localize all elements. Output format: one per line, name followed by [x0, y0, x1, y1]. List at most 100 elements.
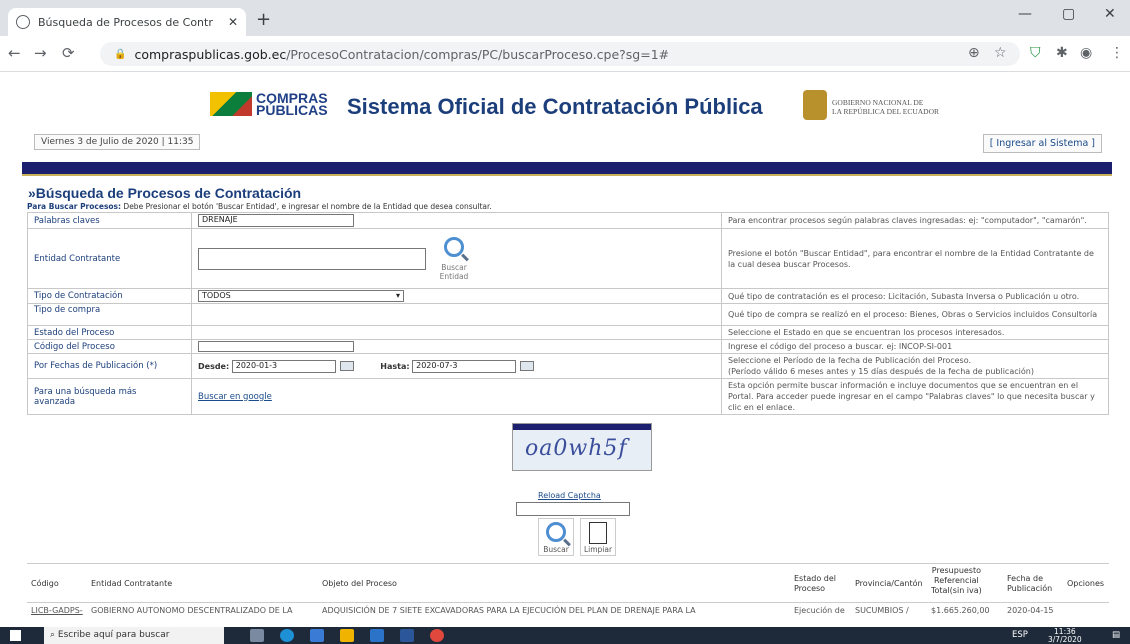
instructions: Para Buscar Procesos: Debe Presionar el … — [27, 202, 492, 211]
col-date: Fecha de Publicación — [1007, 574, 1053, 593]
keywords-label: Palabras claves — [27, 212, 192, 229]
captcha-input[interactable] — [516, 502, 630, 516]
calendar-icon[interactable] — [520, 361, 535, 371]
advanced-row: Para una búsqueda más avanzada Buscar en … — [27, 378, 1109, 415]
page-content: COMPRAS PÚBLICAS Sistema Oficial de Contr… — [22, 72, 1112, 627]
login-link[interactable]: [ Ingresar al Sistema ] — [982, 134, 1102, 153]
search-form: Palabras claves DRENAJE Para encontrar p… — [27, 212, 1109, 415]
compras-publicas-logo: COMPRAS PÚBLICAS — [210, 91, 328, 117]
purchase-help: Qué tipo de compra se realizó en el proc… — [721, 303, 1109, 326]
magnifier-icon — [546, 522, 566, 542]
word-icon[interactable] — [400, 629, 414, 642]
date-from-input[interactable]: 2020-01-3 — [231, 359, 336, 373]
tab-title: Búsqueda de Procesos de Contr — [38, 15, 213, 29]
address-bar: ← → ⟳ 🔒 compraspublicas.gob.ec/ProcesoCo… — [0, 36, 1130, 72]
row-entity: GOBIERNO AUTONOMO DESCENTRALIZADO DE LA — [91, 606, 293, 615]
current-date: Viernes 3 de Julio de 2020 | 11:35 — [34, 134, 201, 150]
header-accent-line — [22, 174, 1112, 176]
code-row: Código del Proceso Ingrese el código del… — [27, 339, 1109, 354]
url-field[interactable]: 🔒 compraspublicas.gob.ec/ProcesoContrata… — [100, 42, 1020, 66]
notifications-icon[interactable]: ▤ — [1112, 630, 1120, 640]
header-divider — [22, 162, 1112, 174]
code-help: Ingrese el código del proceso a buscar. … — [721, 339, 1109, 354]
state-help: Seleccione el Estado en que se encuentra… — [721, 325, 1109, 340]
col-options: Opciones — [1067, 579, 1105, 588]
search-button[interactable]: Buscar — [538, 518, 574, 556]
code-label: Código del Proceso — [27, 339, 192, 354]
reload-icon[interactable]: ⟳ — [62, 44, 75, 62]
row-state: Ejecución de — [794, 606, 845, 615]
keywords-input[interactable]: DRENAJE — [198, 214, 354, 227]
file-explorer-icon[interactable] — [310, 629, 324, 642]
results-header: Código Entidad Contratante Objeto del Pr… — [27, 563, 1109, 603]
profile-icon[interactable]: ◉ — [1080, 45, 1092, 61]
to-label: Hasta: — [380, 361, 410, 371]
chrome-icon[interactable] — [430, 629, 444, 642]
close-tab-icon[interactable]: ✕ — [228, 15, 238, 29]
col-state: Estado del Proceso — [794, 574, 836, 593]
edge-icon[interactable] — [280, 629, 294, 642]
from-label: Desde: — [198, 361, 230, 371]
government-label: GOBIERNO NACIONAL DE LA REPÚBLICA DEL ECU… — [832, 98, 940, 116]
dates-help: Seleccione el Período de la fecha de Pub… — [721, 353, 1109, 379]
process-code-link[interactable]: LICB-GADPS- — [31, 606, 83, 616]
logo-mark — [210, 92, 252, 116]
zoom-icon[interactable]: ⊕ — [968, 45, 980, 61]
col-code: Código — [31, 579, 59, 588]
site-header: COMPRAS PÚBLICAS Sistema Oficial de Contr… — [22, 72, 1112, 162]
date-to-input[interactable]: 2020-07-3 — [412, 359, 517, 373]
browser-tabbar: Búsqueda de Procesos de Contr ✕ + — ▢ ✕ — [0, 0, 1130, 36]
purchase-row: Tipo de compra Qué tipo de compra se rea… — [27, 303, 1109, 326]
col-province: Provincia/Cantón — [855, 579, 923, 588]
table-row: LICB-GADPS- GOBIERNO AUTONOMO DESCENTRAL… — [27, 603, 1109, 627]
calendar-icon[interactable] — [339, 361, 354, 371]
shield-extension-icon[interactable]: ⛉ — [1030, 45, 1041, 61]
type-label: Tipo de Contratación — [27, 288, 192, 304]
google-search-link[interactable]: Buscar en google — [198, 392, 272, 402]
dates-label: Por Fechas de Publicación (*) — [27, 353, 192, 379]
keywords-row: Palabras claves DRENAJE Para encontrar p… — [27, 212, 1109, 229]
taskbar: ⌕ Escribe aquí para buscar ESP 11:36 3/7/… — [0, 627, 1130, 644]
entity-input[interactable] — [198, 247, 426, 270]
entity-row: Entidad Contratante Buscar Entidad Presi… — [27, 228, 1109, 289]
globe-icon — [16, 15, 30, 29]
taskbar-search[interactable]: ⌕ Escribe aquí para buscar — [44, 627, 224, 644]
reload-captcha-link[interactable]: Reload Captcha — [538, 491, 601, 500]
clear-button[interactable]: Limpiar — [580, 518, 616, 556]
minimize-icon[interactable]: — — [1018, 6, 1032, 22]
row-object: ADQUISICIÓN DE 7 SIETE EXCAVADORAS PARA … — [322, 606, 696, 615]
task-view-icon[interactable] — [250, 629, 264, 642]
code-input[interactable] — [198, 341, 354, 352]
clock[interactable]: 11:36 3/7/2020 — [1048, 628, 1082, 644]
extensions-icon[interactable]: ✱ — [1056, 45, 1068, 61]
chevron-down-icon: ▾ — [395, 291, 400, 300]
magnifier-icon — [444, 236, 464, 257]
forward-icon[interactable]: → — [34, 44, 47, 62]
windows-start-icon[interactable] — [10, 630, 21, 641]
type-select[interactable]: TODOS ▾ — [198, 290, 404, 302]
url-host: compraspublicas.gob.ec — [134, 46, 287, 62]
lock-icon: 🔒 — [114, 48, 127, 60]
entity-label: Entidad Contratante — [27, 228, 192, 289]
state-label: Estado del Proceso — [27, 325, 192, 340]
captcha-image: oa0wh5f — [512, 423, 652, 471]
bookmark-star-icon[interactable]: ☆ — [994, 45, 1007, 61]
maximize-icon[interactable]: ▢ — [1062, 6, 1075, 22]
close-window-icon[interactable]: ✕ — [1104, 6, 1116, 22]
menu-icon[interactable]: ⋮ — [1110, 45, 1124, 61]
government-seal-icon — [803, 90, 827, 120]
language-indicator[interactable]: ESP — [1012, 630, 1028, 640]
advanced-label: Para una búsqueda más avanzada — [27, 378, 192, 415]
search-icon: ⌕ — [50, 630, 58, 640]
new-tab-icon[interactable]: + — [256, 9, 271, 30]
document-icon — [589, 522, 607, 544]
back-icon[interactable]: ← — [8, 44, 21, 62]
mail-icon[interactable] — [370, 629, 384, 642]
search-entity-button[interactable]: Buscar Entidad — [436, 236, 472, 281]
browser-tab[interactable]: Búsqueda de Procesos de Contr ✕ — [8, 8, 246, 36]
store-icon[interactable] — [340, 629, 354, 642]
col-entity: Entidad Contratante — [91, 579, 173, 588]
type-help: Qué tipo de contratación es el proceso: … — [721, 288, 1109, 304]
row-date: 2020-04-15 — [1007, 606, 1054, 615]
purchase-label: Tipo de compra — [27, 303, 192, 326]
